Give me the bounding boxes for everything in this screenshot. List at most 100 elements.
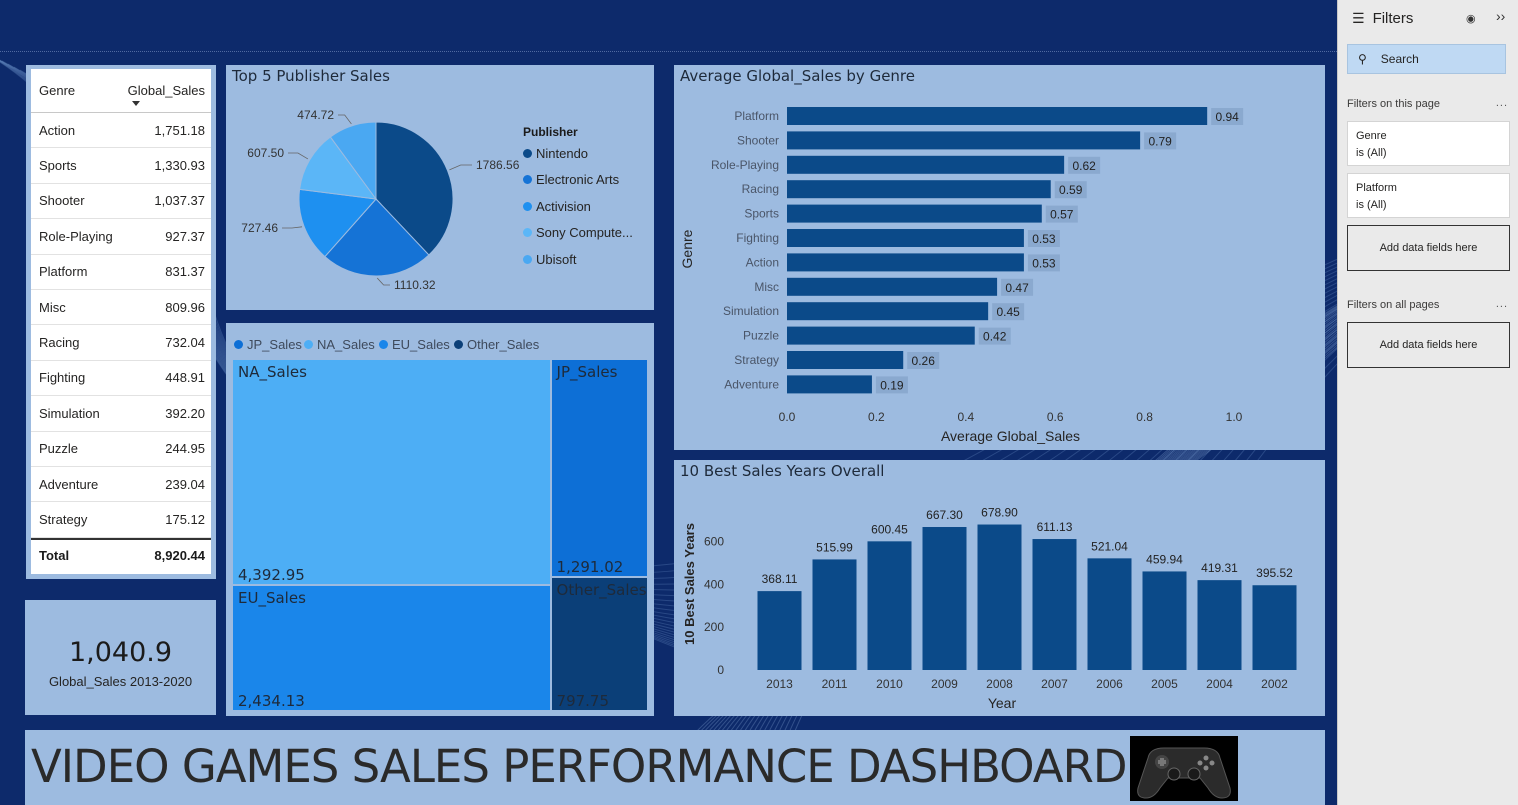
table-row[interactable]: Strategy 175.12 [31, 502, 211, 538]
pie-plot: 1786.56 1110.32 727.46 607.50 474.72 [241, 108, 519, 292]
table-row[interactable]: Sports 1,330.93 [31, 148, 211, 184]
kpi-card[interactable]: 1,040.9 Global_Sales 2013-2020 [25, 600, 216, 715]
table-header[interactable]: Genre Global_Sales [31, 69, 211, 113]
column-plot: 0 200 400 600 368.11 2013 515.99 2011 600.45 2010… [682, 506, 1297, 711]
add-data-fields-page-dropzone[interactable]: Add data fields here [1347, 225, 1510, 271]
genre-cell: Simulation [39, 405, 100, 421]
column-bar [1142, 571, 1187, 670]
data-label: 0.62 [1072, 159, 1096, 173]
treemap-tile[interactable]: Other_Sales 797.75 [550, 576, 648, 711]
category-label: Racing [742, 182, 779, 196]
x-tick-label: 0.8 [1136, 410, 1153, 424]
treemap-tile[interactable]: NA_Sales 4,392.95 [232, 359, 551, 586]
table-row[interactable]: Racing 732.04 [31, 325, 211, 361]
column-bar [1197, 580, 1242, 670]
x-axis-title: Year [988, 695, 1017, 711]
search-placeholder: Search [1380, 52, 1419, 66]
table-row[interactable]: Fighting 448.91 [31, 361, 211, 397]
data-label: 459.94 [1146, 552, 1183, 566]
table-row[interactable]: Role-Playing 927.37 [31, 219, 211, 255]
legend-item[interactable]: Nintendo [523, 146, 588, 161]
column-bar [812, 559, 857, 670]
table-row[interactable]: Adventure 239.04 [31, 467, 211, 503]
filter-search-input[interactable]: ⚲ Search [1347, 44, 1506, 74]
column-bar [977, 524, 1022, 670]
tile-value: 797.75 [556, 691, 610, 710]
sales-cell: 927.37 [165, 228, 205, 244]
data-label: 0.26 [912, 354, 936, 368]
legend-dot-icon [523, 228, 532, 238]
table-row[interactable]: Simulation 392.20 [31, 396, 211, 432]
best-sales-years-chart[interactable]: 10 Best Sales Years Overall 0 200 400 600 36… [674, 460, 1325, 716]
legend-dot-icon [454, 340, 463, 349]
canvas-divider [0, 51, 1337, 52]
x-tick-label: 2011 [822, 677, 848, 691]
table-row[interactable]: Platform 831.37 [31, 255, 211, 290]
collapse-chevron-icon[interactable]: ›› [1496, 8, 1505, 24]
category-label: Fighting [736, 231, 779, 245]
filter-card-platform[interactable]: Platform is (All) [1347, 173, 1510, 218]
avg-sales-by-genre-chart[interactable]: Average Global_Sales by Genre Platform 0.… [674, 65, 1325, 450]
more-options-icon[interactable]: ... [1496, 97, 1508, 109]
legend-item[interactable]: NA_Sales [304, 337, 375, 352]
table-row[interactable]: Shooter 1,037.37 [31, 184, 211, 220]
filters-header: ☰ Filters [1352, 10, 1413, 27]
legend-item[interactable]: Sony Compute... [523, 225, 633, 240]
legend-item[interactable]: Other_Sales [454, 337, 539, 352]
eye-icon[interactable]: ◉ [1466, 12, 1476, 25]
column-header-genre[interactable]: Genre [39, 83, 75, 98]
table-row[interactable]: Puzzle 244.95 [31, 432, 211, 467]
treemap-tile[interactable]: JP_Sales 1,291.02 [550, 359, 648, 577]
data-label: 0.45 [996, 305, 1020, 319]
x-tick-label: 0.6 [1047, 410, 1064, 424]
slice-data-label: 474.72 [297, 108, 334, 122]
genre-sales-table: Genre Global_Sales Action 1,751.18 Sports 1… [26, 65, 216, 579]
filter-card-genre[interactable]: Genre is (All) [1347, 121, 1510, 166]
legend-label: Other_Sales [467, 337, 540, 352]
add-data-fields-all-dropzone[interactable]: Add data fields here [1347, 322, 1510, 368]
data-label: 0.57 [1050, 208, 1074, 222]
legend-item[interactable]: EU_Sales [379, 337, 450, 352]
publisher-pie-chart[interactable]: Top 5 Publisher Sales 1786.56 1110.32 727.… [226, 65, 654, 310]
tile-name: JP_Sales [556, 363, 618, 381]
sales-cell: 175.12 [165, 511, 205, 527]
filters-all-pages-label: Filters on all pages [1347, 299, 1440, 311]
x-tick-label: 2009 [931, 677, 958, 691]
filters-this-page-label: Filters on this page [1347, 98, 1440, 110]
filters-pane: ☰ Filters ◉ ›› ⚲ Search Filters on this … [1337, 0, 1518, 805]
sales-cell: 244.95 [165, 441, 205, 457]
genre-cell: Adventure [39, 476, 99, 492]
table-row[interactable]: Action 1,751.18 [31, 113, 211, 149]
legend-dot-icon [234, 340, 243, 349]
y-tick-label: 600 [704, 534, 724, 548]
data-label: 0.53 [1032, 256, 1056, 270]
treemap-tile[interactable]: EU_Sales 2,434.13 [232, 585, 551, 711]
bar-plot: Platform 0.94 Shooter 0.79 Role-Playing 0.62 R… [679, 107, 1244, 444]
legend-item[interactable]: Activision [523, 199, 591, 214]
column-header-global-sales[interactable]: Global_Sales [128, 83, 205, 106]
legend-item[interactable]: Ubisoft [523, 252, 576, 267]
leader-line [338, 114, 352, 125]
legend-dot-icon [523, 201, 532, 211]
table-total-row: Total 8,920.44 [31, 537, 211, 571]
regional-sales-treemap[interactable]: JP_Sales NA_Sales EU_Sales Other_Sales NA_S… [226, 323, 654, 716]
bar [787, 351, 904, 369]
x-tick-label: 2013 [766, 677, 793, 691]
data-label: 0.47 [1005, 281, 1029, 295]
y-axis-title: Genre [679, 229, 695, 268]
legend-item[interactable]: JP_Sales [234, 337, 302, 352]
column-bar [867, 541, 912, 670]
table-row[interactable]: Misc 809.96 [31, 290, 211, 326]
data-label: 521.04 [1091, 539, 1128, 553]
category-label: Puzzle [743, 329, 779, 343]
data-label: 395.52 [1256, 566, 1293, 580]
table-body: Action 1,751.18 Sports 1,330.93 Shooter 1,037… [31, 113, 211, 538]
legend-item[interactable]: Electronic Arts [523, 172, 619, 187]
legend-dot-icon [523, 254, 532, 264]
filter-state: is (All) [1356, 147, 1387, 159]
genre-cell: Shooter [39, 193, 85, 209]
data-label: 0.79 [1148, 134, 1172, 148]
report-canvas: Genre Global_Sales Action 1,751.18 Sports 1… [0, 0, 1337, 805]
legend-label: Activision [536, 198, 591, 214]
more-options-icon[interactable]: ... [1496, 298, 1508, 310]
